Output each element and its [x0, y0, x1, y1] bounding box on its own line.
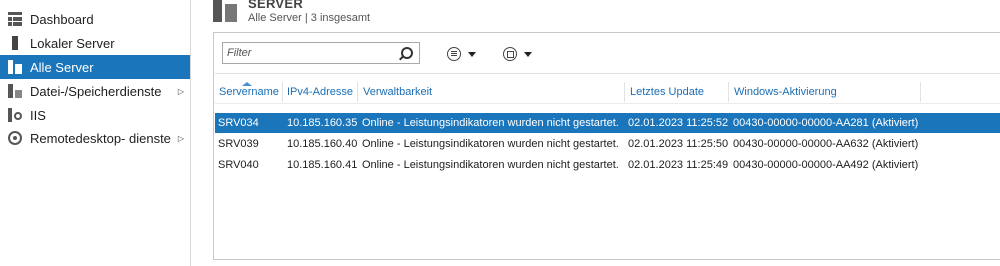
sidebar-item-label: Datei-/Speicherdienste	[30, 83, 162, 99]
dashboard-icon	[8, 12, 22, 26]
sidebar-item-all-servers[interactable]: Alle Server	[0, 55, 190, 79]
sidebar-item-label: Lokaler Server	[30, 35, 115, 51]
column-header-ipv4[interactable]: IPv4-Adresse	[287, 86, 353, 98]
sidebar-item-local-server[interactable]: Lokaler Server	[0, 31, 190, 55]
sidebar-item-dashboard[interactable]: Dashboard	[0, 7, 190, 31]
cell-servername: SRV039	[218, 138, 259, 150]
page-title: SERVER	[248, 0, 304, 11]
chevron-right-icon[interactable]: ▷	[178, 87, 184, 96]
column-divider	[624, 82, 625, 102]
table-row[interactable]: SRV034 10.185.160.35 Online - Leistungsi…	[215, 113, 1000, 133]
filter-box	[222, 42, 420, 64]
iis-icon	[8, 108, 22, 122]
column-header-verwaltbarkeit[interactable]: Verwaltbarkeit	[363, 86, 432, 98]
cell-ipv4: 10.185.160.40	[287, 138, 358, 150]
save-query-icon	[503, 47, 517, 61]
sidebar-item-label: Alle Server	[30, 59, 94, 75]
sidebar-item-label: Remotedesktop- dienste	[30, 130, 171, 146]
chevron-down-icon	[468, 51, 476, 57]
cell-verwaltbarkeit: Online - Leistungsindikatoren wurden nic…	[362, 117, 619, 129]
column-header-letztes-update[interactable]: Letztes Update	[630, 86, 704, 98]
cell-windows-aktivierung: 00430-00000-00000-AA281 (Aktiviert)	[733, 117, 919, 129]
sidebar-item-remote-desktop[interactable]: Remotedesktop- dienste ▷	[0, 126, 190, 150]
column-divider	[920, 82, 921, 102]
cell-ipv4: 10.185.160.35	[287, 117, 358, 129]
list-options-icon	[447, 47, 461, 61]
cell-servername: SRV034	[218, 117, 259, 129]
servers-header-icon	[213, 0, 237, 22]
search-icon[interactable]	[401, 47, 413, 59]
sidebar: Dashboard Lokaler Server Alle Server Dat…	[0, 0, 191, 266]
table-row[interactable]: SRV039 10.185.160.40 Online - Leistungsi…	[215, 134, 1000, 154]
header-divider	[215, 103, 1000, 104]
server-icon	[12, 36, 18, 50]
cell-windows-aktivierung: 00430-00000-00000-AA632 (Aktiviert)	[733, 138, 919, 150]
toolbar-divider	[215, 73, 1000, 74]
column-header-servername[interactable]: Servername	[219, 86, 279, 98]
page-subtitle: Alle Server | 3 insgesamt	[248, 12, 371, 24]
sidebar-item-storage[interactable]: Datei-/Speicherdienste ▷	[0, 79, 190, 103]
cell-windows-aktivierung: 00430-00000-00000-AA492 (Aktiviert)	[733, 159, 919, 171]
remote-desktop-icon	[8, 131, 22, 145]
cell-servername: SRV040	[218, 159, 259, 171]
table-row[interactable]: SRV040 10.185.160.41 Online - Leistungsi…	[215, 155, 1000, 175]
column-divider	[357, 82, 358, 102]
sidebar-item-label: IIS	[30, 107, 46, 123]
cell-ipv4: 10.185.160.41	[287, 159, 358, 171]
column-header-windows-aktivierung[interactable]: Windows-Aktivierung	[734, 86, 837, 98]
filter-input[interactable]	[227, 46, 397, 60]
cell-letztes-update: 02.01.2023 11:25:49	[628, 159, 729, 171]
list-options-button[interactable]	[447, 45, 476, 63]
sidebar-item-label: Dashboard	[30, 11, 94, 27]
all-servers-icon	[8, 60, 22, 74]
column-divider	[282, 82, 283, 102]
cell-verwaltbarkeit: Online - Leistungsindikatoren wurden nic…	[362, 138, 619, 150]
cell-verwaltbarkeit: Online - Leistungsindikatoren wurden nic…	[362, 159, 619, 171]
sidebar-item-iis[interactable]: IIS	[0, 103, 190, 127]
storage-icon	[8, 84, 22, 98]
cell-letztes-update: 02.01.2023 11:25:52	[628, 117, 729, 129]
column-divider	[728, 82, 729, 102]
save-query-button[interactable]	[503, 45, 532, 63]
chevron-down-icon	[524, 51, 532, 57]
cell-letztes-update: 02.01.2023 11:25:50	[628, 138, 729, 150]
chevron-right-icon[interactable]: ▷	[178, 134, 184, 143]
